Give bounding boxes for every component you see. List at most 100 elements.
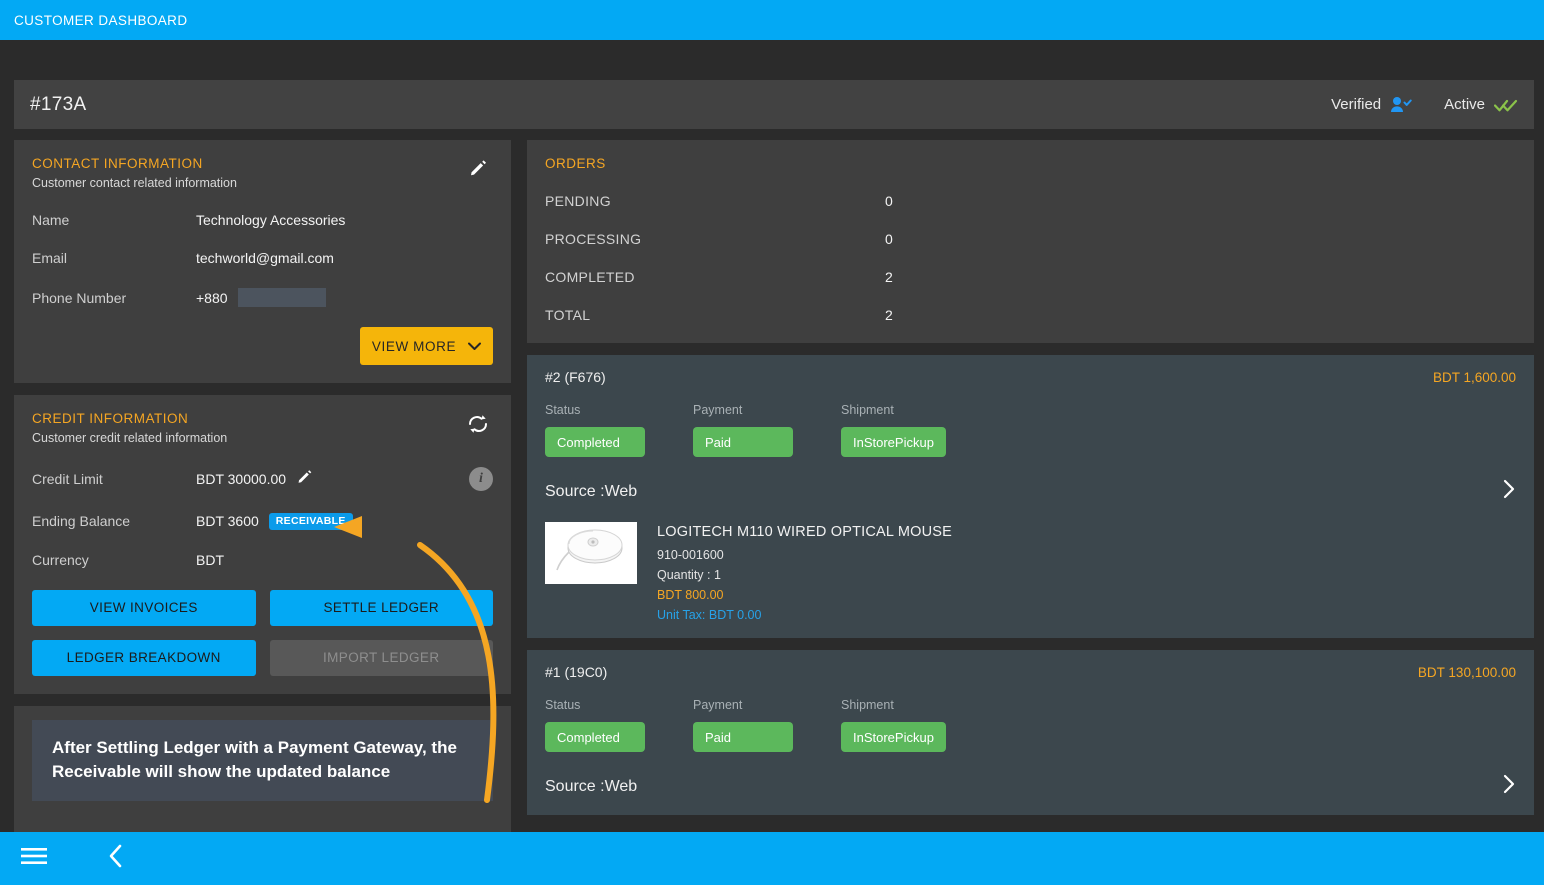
credit-key-currency: Currency [32,551,89,568]
customer-id: #173A [30,93,87,115]
credit-row-ending-balance: Ending Balance BDT 3600 RECEIVABLE [32,513,493,530]
credit-limit-amount: BDT 30000.00 [196,471,287,487]
contact-panel-title: CONTACT INFORMATION [32,156,203,171]
hamburger-menu-icon [21,847,47,870]
orders-row-pending: PENDING 0 [545,193,1516,209]
order-status-label: Status [545,698,581,712]
order-card-header: #1 (19C0) BDT 130,100.00 [545,664,1516,680]
product-price: BDT 800.00 [657,588,724,602]
product-sku: 910-001600 [657,548,724,562]
order-shipment-column: Shipment InStorePickup [841,403,961,457]
credit-panel-title: CREDIT INFORMATION [32,411,189,426]
edit-credit-limit-button[interactable] [296,469,313,489]
orders-value-completed: 2 [885,269,893,285]
credit-row-currency: Currency BDT [32,552,493,568]
status-badge-active[interactable]: Active [1444,96,1518,114]
orders-value-pending: 0 [885,193,893,209]
view-more-label: VIEW MORE [371,338,457,354]
order-shipment-pill: InStorePickup [841,427,946,457]
credit-value-ending-balance: BDT 3600 RECEIVABLE [196,513,353,530]
credit-button-row-1: VIEW INVOICES SETTLE LEDGER [32,589,493,626]
credit-panel-subtitle: Customer credit related information [32,431,228,445]
order-shipment-label: Shipment [841,698,894,712]
orders-row-total: TOTAL 2 [545,307,1516,323]
menu-button[interactable] [12,837,56,881]
credit-value-currency: BDT [196,551,224,568]
credit-key-ending-balance: Ending Balance [32,513,131,530]
product-unit-tax: Unit Tax: BDT 0.00 [657,608,762,622]
order-status-columns: Status Completed Payment Paid Shipment I… [545,698,1516,752]
callout-panel: After Settling Ledger with a Payment Gat… [14,705,511,832]
chevron-right-icon[interactable] [1502,479,1516,504]
order-card[interactable]: #1 (19C0) BDT 130,100.00 Status Complete… [527,650,1534,815]
callout-message: After Settling Ledger with a Payment Gat… [32,719,493,801]
chevron-left-icon [108,844,124,873]
order-line-item: LOGITECH M110 WIRED OPTICAL MOUSE 910-00… [545,522,1516,622]
contact-row-phone: Phone Number +880 [32,288,493,307]
right-column: ORDERS PENDING 0 PROCESSING 0 COMPLETED … [527,140,1534,832]
product-name: LOGITECH M110 WIRED OPTICAL MOUSE [657,524,953,540]
ending-balance-amount: BDT 3600 [196,513,259,530]
orders-row-processing: PROCESSING 0 [545,231,1516,247]
customer-status-group: Verified Active [1331,96,1518,114]
pencil-icon [468,159,488,184]
settle-ledger-button[interactable]: SETTLE LEDGER [269,589,493,626]
orders-label-total: TOTAL [545,307,591,323]
orders-value-total: 2 [885,307,893,323]
credit-key-limit: Credit Limit [32,471,103,487]
order-source-row[interactable]: Source : Web [545,774,1516,799]
contact-row-name: Name Technology Accessories [32,212,493,228]
contact-key-phone: Phone Number [32,289,127,306]
credit-info-icon[interactable]: i [469,467,493,491]
order-payment-label: Payment [693,698,743,712]
contact-key-name: Name [32,212,70,228]
ledger-breakdown-button[interactable]: LEDGER BREAKDOWN [32,639,256,676]
refresh-credit-button[interactable] [463,411,493,441]
view-more-button[interactable]: VIEW MORE [360,327,493,365]
customer-id-bar: #173A Verified Active [14,80,1534,129]
order-status-column: Status Completed [545,403,665,457]
phone-prefix: +880 [196,289,228,306]
back-button[interactable] [94,837,138,881]
chevron-down-icon [468,339,482,354]
view-invoices-button[interactable]: VIEW INVOICES [32,589,256,626]
order-payment-column: Payment Paid [693,403,813,457]
app-title: CUSTOMER DASHBOARD [14,12,188,28]
active-label: Active [1444,96,1485,113]
status-badge-verified[interactable]: Verified [1331,96,1412,114]
order-payment-column: Payment Paid [693,698,813,752]
orders-label-processing: PROCESSING [545,231,642,247]
product-info: LOGITECH M110 WIRED OPTICAL MOUSE 910-00… [657,522,952,622]
contact-panel-subtitle: Customer contact related information [32,176,237,190]
order-status-pill: Completed [545,722,645,752]
order-status-pill: Completed [545,427,645,457]
person-check-icon [1390,96,1412,114]
order-source-row[interactable]: Source : Web [545,479,1516,504]
order-card[interactable]: #2 (F676) BDT 1,600.00 Status Completed … [527,355,1534,638]
order-number: #1 (19C0) [545,664,608,680]
contact-row-email: Email techworld@gmail.com [32,250,493,266]
order-status-column: Status Completed [545,698,665,752]
order-number: #2 (F676) [545,369,606,385]
double-check-icon [1494,96,1518,114]
order-shipment-pill: InStorePickup [841,722,946,752]
credit-row-limit: Credit Limit BDT 30000.00 i [32,467,493,491]
credit-button-row-2: LEDGER BREAKDOWN IMPORT LEDGER [32,639,493,676]
orders-row-completed: COMPLETED 2 [545,269,1516,285]
import-ledger-button: IMPORT LEDGER [269,639,493,676]
receivable-badge: RECEIVABLE [268,513,353,530]
verified-label: Verified [1331,96,1382,113]
top-app-bar: CUSTOMER DASHBOARD [0,0,1544,40]
chevron-right-icon[interactable] [1502,774,1516,799]
contact-key-email: Email [32,250,68,266]
order-status-columns: Status Completed Payment Paid Shipment I… [545,403,1516,457]
contact-value-name: Technology Accessories [196,212,346,228]
orders-label-completed: COMPLETED [545,269,635,285]
order-source-value: Web [604,777,638,795]
order-card-header: #2 (F676) BDT 1,600.00 [545,369,1516,385]
edit-contact-button[interactable] [463,156,493,186]
order-amount: BDT 130,100.00 [1417,664,1516,680]
left-column: CONTACT INFORMATION Customer contact rel… [14,140,511,832]
order-status-label: Status [545,403,581,417]
credit-value-limit: BDT 30000.00 [196,469,323,489]
